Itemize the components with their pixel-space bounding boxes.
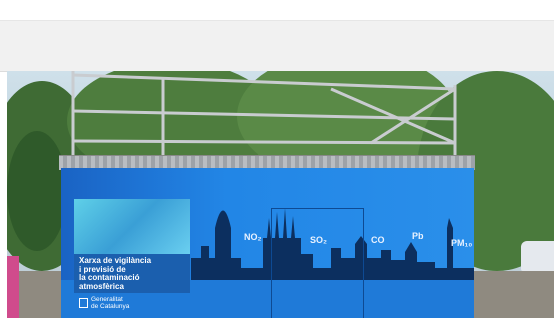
photo-air-monitoring-station: NO₂ SO₂ CO Pb PM₁₀ Xarxa de vigilància i… xyxy=(7,71,554,318)
parked-car xyxy=(521,241,554,271)
sign-line: atmosfèrica xyxy=(79,281,124,291)
monitoring-container: NO₂ SO₂ CO Pb PM₁₀ Xarxa de vigilància i… xyxy=(61,168,474,318)
sign-graphic xyxy=(74,199,190,254)
rooftop-railing xyxy=(71,71,457,157)
sign-text: Xarxa de vigilància i previsió de la con… xyxy=(79,256,189,291)
pollutant-label-pb: Pb xyxy=(412,231,424,241)
pollutant-label-co: CO xyxy=(371,235,385,245)
pollutant-label-pm10: PM₁₀ xyxy=(451,238,473,248)
browser-toolbar-bar xyxy=(0,20,554,72)
pollutant-label-so2: SO₂ xyxy=(310,235,328,245)
pollutant-label-no2: NO₂ xyxy=(244,232,262,242)
top-white-bar xyxy=(0,0,554,20)
generalitat-logo-icon xyxy=(79,298,88,308)
generalitat-logo-text: Generalitat de Catalunya xyxy=(91,296,129,310)
info-sign-panel: Xarxa de vigilància i previsió de la con… xyxy=(74,199,190,293)
palm-leaves xyxy=(7,131,67,251)
pink-post xyxy=(7,256,19,318)
logo-line: Generalitat xyxy=(91,296,123,303)
logo-line: de Catalunya xyxy=(91,303,130,310)
container-door-outline xyxy=(271,208,364,318)
